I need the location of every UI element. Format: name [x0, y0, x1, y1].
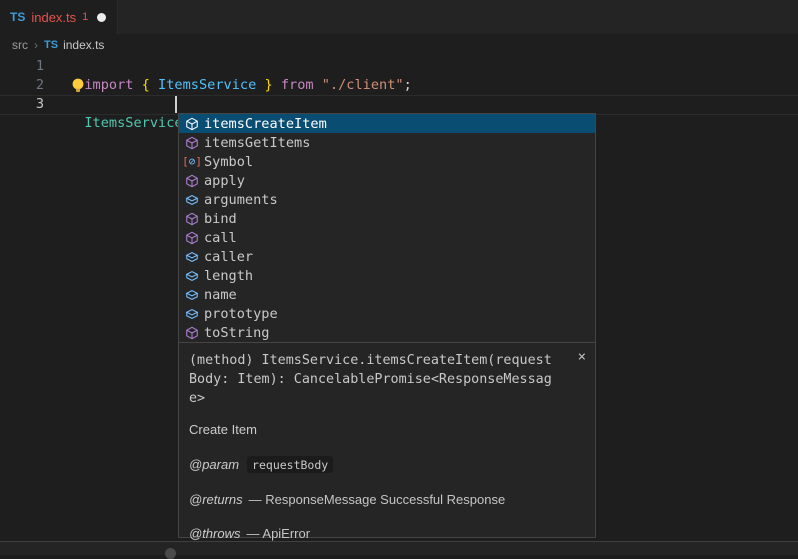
modified-dot-icon[interactable] — [97, 13, 106, 22]
suggestion-label: Symbol — [204, 154, 253, 170]
doc-tag-param: @param requestBody — [189, 456, 585, 473]
jsdoc-tag: @throws — [189, 526, 241, 541]
chevron-right-icon: › — [34, 38, 38, 52]
suggestion-Symbol[interactable]: [⊘] Symbol — [179, 152, 595, 171]
text-cursor — [175, 96, 177, 113]
tab-index-ts[interactable]: TS index.ts 1 — [0, 0, 118, 34]
token-class-reference: ItemsService — [84, 115, 182, 131]
token-open-brace: { — [142, 77, 158, 93]
line-number-3: 3 — [0, 95, 44, 114]
token-import-keyword: import — [84, 77, 141, 93]
field-icon — [183, 250, 201, 264]
suggest-widget: itemsCreateItem itemsGetItems [⊘] Symbol… — [178, 113, 596, 343]
suggest-details-panel: × (method) ItemsService.itemsCreateItem(… — [178, 343, 596, 538]
token-module-string: "./client" — [322, 77, 404, 93]
code-line-1[interactable]: import { ItemsService } from "./client"; — [68, 57, 412, 76]
suggestion-label: call — [204, 230, 237, 246]
symbol-misc-icon: [⊘] — [183, 155, 201, 168]
bottom-panel-strip — [0, 542, 798, 555]
jsdoc-tag: @returns — [189, 492, 243, 507]
jsdoc-tag: @param — [189, 457, 239, 472]
jsdoc-tag-text: — ResponseMessage Successful Response — [249, 492, 506, 507]
method-icon — [183, 136, 201, 150]
method-icon — [183, 212, 201, 226]
suggestion-length[interactable]: length — [179, 266, 595, 285]
suggestion-arguments[interactable]: arguments — [179, 190, 595, 209]
suggestion-caller[interactable]: caller — [179, 247, 595, 266]
suggestion-label: toString — [204, 325, 269, 341]
jsdoc-tag-text: — ApiError — [247, 526, 311, 541]
token-from-keyword: from — [281, 77, 322, 93]
close-icon[interactable]: × — [578, 350, 586, 364]
signature-line: (method) ItemsService.itemsCreateItem(re… — [189, 351, 585, 370]
suggestion-label: bind — [204, 211, 237, 227]
line-number-2: 2 — [0, 76, 44, 95]
doc-tag-throws: @throws — ApiError — [189, 526, 585, 541]
suggestion-label: apply — [204, 173, 245, 189]
method-icon — [183, 231, 201, 245]
token-semicolon: ; — [404, 77, 412, 93]
suggestion-toString[interactable]: toString — [179, 323, 595, 342]
tab-filename: index.ts — [31, 10, 76, 25]
suggestion-bind[interactable]: bind — [179, 209, 595, 228]
tab-bar: TS index.ts 1 — [0, 0, 798, 34]
signature-line: Body: Item): CancelablePromise<ResponseM… — [189, 370, 585, 389]
suggestion-itemsGetItems[interactable]: itemsGetItems — [179, 133, 595, 152]
partial-circle-decoration — [165, 548, 176, 559]
doc-tag-returns: @returns — ResponseMessage Successful Re… — [189, 492, 585, 507]
suggestion-name[interactable]: name — [179, 285, 595, 304]
suggestion-call[interactable]: call — [179, 228, 595, 247]
tab-problem-count: 1 — [82, 11, 88, 23]
doc-summary: Create Item — [189, 422, 585, 437]
quick-fix-lightbulb-icon[interactable] — [71, 78, 85, 93]
field-icon — [183, 307, 201, 321]
suggestion-label: itemsGetItems — [204, 135, 310, 151]
suggestion-label: caller — [204, 249, 253, 265]
suggestion-label: prototype — [204, 306, 278, 322]
breadcrumb: src › TS index.ts — [0, 34, 798, 56]
suggestion-label: name — [204, 287, 237, 303]
breadcrumb-folder[interactable]: src — [12, 38, 28, 52]
suggestion-label: length — [204, 268, 253, 284]
code-line-3[interactable]: ItemsService. — [68, 95, 191, 114]
line-number-1: 1 — [0, 57, 44, 76]
method-icon — [183, 117, 201, 131]
field-icon — [183, 269, 201, 283]
field-icon — [183, 288, 201, 302]
token-imported-name: ItemsService — [158, 77, 256, 93]
token-close-brace: } — [256, 77, 281, 93]
param-name-chip: requestBody — [247, 456, 333, 473]
method-icon — [183, 326, 201, 340]
typescript-file-icon: TS — [10, 10, 25, 24]
breadcrumb-file[interactable]: index.ts — [63, 38, 104, 52]
suggestion-itemsCreateItem[interactable]: itemsCreateItem — [179, 114, 595, 133]
typescript-file-icon: TS — [44, 39, 58, 51]
suggestion-label: itemsCreateItem — [204, 116, 327, 132]
suggestion-apply[interactable]: apply — [179, 171, 595, 190]
suggestion-prototype[interactable]: prototype — [179, 304, 595, 323]
signature-line: e> — [189, 389, 585, 408]
suggestion-label: arguments — [204, 192, 278, 208]
field-icon — [183, 193, 201, 207]
method-icon — [183, 174, 201, 188]
